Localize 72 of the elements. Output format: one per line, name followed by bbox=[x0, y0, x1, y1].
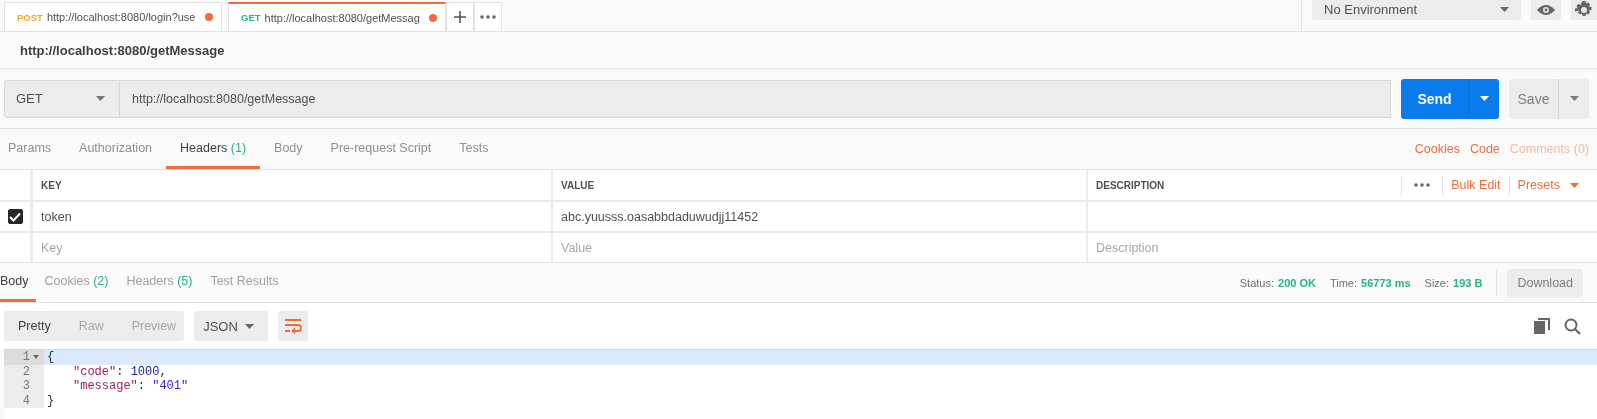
presets-dropdown[interactable]: Presets bbox=[1517, 178, 1579, 192]
request-section-tab[interactable]: Body bbox=[260, 129, 317, 169]
url-field[interactable]: http://localhost:8080/getMessage bbox=[120, 79, 1391, 118]
description-field[interactable]: Description bbox=[1096, 240, 1547, 255]
more-icon bbox=[480, 15, 496, 19]
caret-icon bbox=[1570, 182, 1579, 188]
more-tabs-button[interactable] bbox=[474, 2, 502, 31]
copy-icon[interactable] bbox=[1534, 318, 1550, 334]
stat-value: 193 B bbox=[1453, 276, 1483, 289]
plus-icon bbox=[453, 10, 467, 24]
method-label: GET bbox=[241, 12, 261, 23]
view-mode-option[interactable]: Pretty bbox=[18, 319, 51, 333]
download-button[interactable]: Download bbox=[1507, 268, 1583, 297]
caret-icon bbox=[1500, 7, 1509, 12]
response-tab[interactable]: Cookies (2) bbox=[35, 263, 118, 302]
code-line: } bbox=[46, 393, 55, 408]
fold-icon[interactable] bbox=[33, 355, 39, 360]
caret-icon bbox=[1479, 96, 1489, 101]
request-section-tab[interactable]: Authorization bbox=[65, 129, 167, 169]
caret-icon bbox=[245, 323, 255, 329]
line-number: 1 bbox=[22, 350, 30, 365]
caret-icon bbox=[1569, 96, 1579, 101]
line-number: 3 bbox=[22, 379, 30, 394]
request-tab[interactable]: GET http://localhost:8080/getMessag bbox=[228, 2, 446, 31]
stat-value: 200 OK bbox=[1278, 276, 1316, 289]
stat-value: 56773 ms bbox=[1361, 276, 1411, 289]
request-title: http://localhost:8080/getMessage bbox=[20, 42, 225, 58]
eye-icon bbox=[1537, 4, 1555, 16]
add-tab-button[interactable] bbox=[446, 2, 474, 31]
link[interactable]: Code bbox=[1469, 142, 1500, 156]
column-header: KEY bbox=[33, 170, 553, 200]
search-icon[interactable] bbox=[1564, 317, 1581, 335]
response-tab[interactable]: Headers (5) bbox=[117, 263, 202, 302]
value-field[interactable]: Value bbox=[561, 240, 1034, 255]
request-section-tab[interactable]: Pre-request Script bbox=[316, 129, 446, 169]
request-section-tab[interactable]: Tests bbox=[445, 129, 503, 169]
code-line: "code": 1000, bbox=[72, 364, 167, 379]
code-line: { bbox=[46, 350, 55, 365]
table-cell: abc.yuusss.oasabbdaduwudjj11452 bbox=[561, 209, 759, 224]
view-mode-option[interactable]: Raw bbox=[78, 319, 104, 333]
column-header: VALUE bbox=[553, 170, 1088, 200]
stat-label: Time: bbox=[1329, 276, 1358, 289]
wrap-lines-button[interactable] bbox=[278, 311, 309, 341]
settings-button[interactable] bbox=[1571, 0, 1597, 20]
environment-quick-look-button[interactable] bbox=[1531, 0, 1561, 20]
caret-icon bbox=[96, 96, 105, 101]
line-number: 4 bbox=[22, 393, 30, 408]
request-section-tab[interactable]: Params bbox=[0, 129, 66, 169]
format-dropdown[interactable]: JSON bbox=[194, 311, 269, 341]
request-tab[interactable]: POST http://localhost:8080/login?use bbox=[4, 2, 222, 31]
column-header: DESCRIPTION bbox=[1096, 179, 1165, 191]
response-tab[interactable]: Test Results bbox=[201, 263, 288, 302]
stat-label: Size: bbox=[1424, 276, 1450, 289]
bulk-edit-link[interactable]: Bulk Edit bbox=[1451, 178, 1501, 192]
tab-title: http://localhost:8080/login?use bbox=[46, 11, 197, 23]
line-number: 2 bbox=[22, 364, 30, 379]
view-mode-option[interactable]: Preview bbox=[131, 319, 177, 333]
save-button[interactable]: Save bbox=[1509, 78, 1589, 119]
key-field[interactable]: Key bbox=[41, 240, 500, 255]
tab-title: http://localhost:8080/getMessag bbox=[264, 11, 421, 24]
stat-label: Status: bbox=[1239, 276, 1274, 289]
settings-icon bbox=[1575, 1, 1593, 19]
environment-dropdown[interactable]: No Environment bbox=[1312, 0, 1521, 20]
code-line: "message": "401" bbox=[72, 379, 189, 394]
table-cell: token bbox=[41, 209, 72, 224]
wrap-icon bbox=[284, 318, 303, 334]
more-icon[interactable] bbox=[1414, 183, 1431, 187]
method-dropdown[interactable]: GET bbox=[4, 79, 120, 118]
method-label: POST bbox=[17, 11, 43, 23]
link[interactable]: Cookies bbox=[1414, 142, 1460, 156]
send-button[interactable]: Send bbox=[1401, 78, 1499, 119]
checkbox[interactable] bbox=[7, 209, 23, 224]
